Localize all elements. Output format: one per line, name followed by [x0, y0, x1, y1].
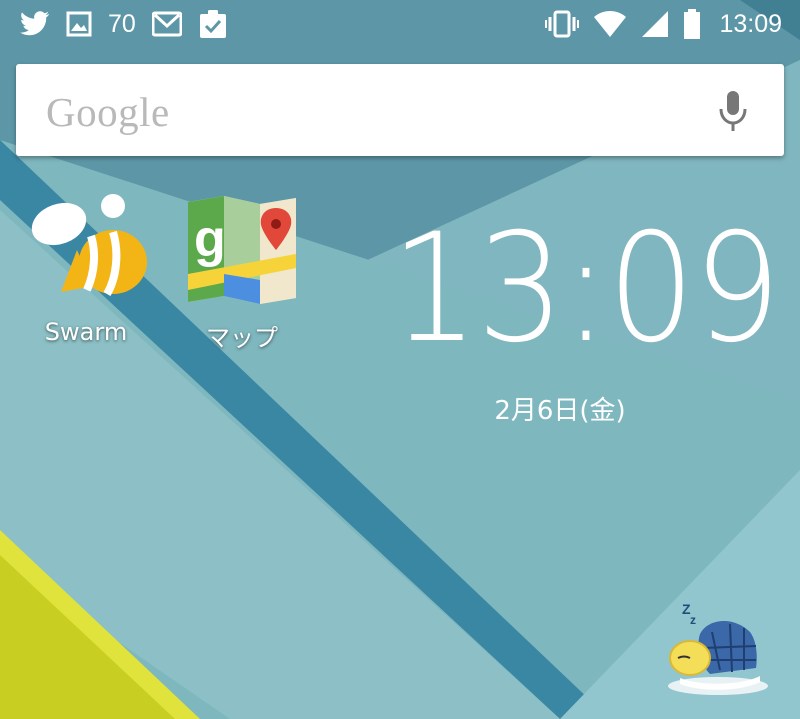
google-logo: Google [46, 89, 170, 135]
status-bar: 70 13:09 [0, 0, 800, 48]
app-swarm[interactable]: Swarm [16, 192, 156, 352]
clock-date: 2月6日(金) [494, 396, 626, 426]
google-maps-icon: g [188, 196, 296, 304]
sleeping-turtle-sticker[interactable]: Z z [660, 598, 770, 702]
vibrate-icon [545, 9, 580, 39]
clipboard-check-icon [198, 9, 228, 39]
swarm-bee-icon [31, 194, 147, 297]
app-label-maps: マップ [206, 324, 278, 352]
status-time: 13:09 [719, 9, 782, 38]
sleeping-turtle-icon: Z z [668, 601, 768, 695]
battery-icon [683, 9, 701, 39]
app-label-swarm: Swarm [44, 318, 128, 346]
twitter-icon [20, 11, 50, 37]
mic-icon[interactable] [718, 90, 748, 136]
svg-text:z: z [690, 613, 696, 627]
clock-time[interactable]: 13:09 [391, 214, 781, 364]
app-maps[interactable]: g マップ [172, 192, 312, 352]
wifi-icon [593, 10, 627, 38]
google-search-bar[interactable]: Google [16, 64, 784, 156]
image-icon [66, 11, 92, 37]
cell-signal-icon [641, 10, 669, 38]
gmail-icon [151, 11, 182, 37]
notification-count: 70 [108, 9, 136, 38]
svg-text:g: g [194, 210, 226, 268]
